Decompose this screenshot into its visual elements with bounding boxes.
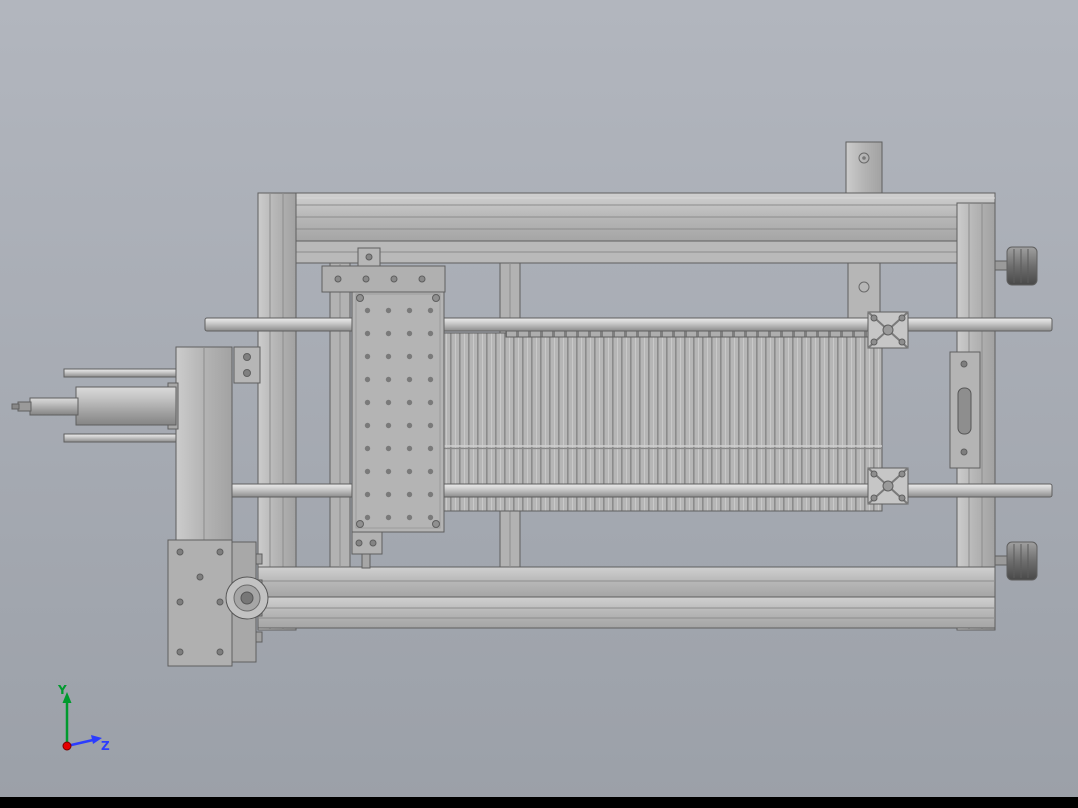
- guide-rod-bottom[interactable]: [63, 433, 177, 443]
- guide-rod-top[interactable]: [63, 368, 177, 378]
- guide-rail-lower[interactable]: [204, 483, 1053, 498]
- cad-scene[interactable]: Y Z: [0, 0, 1078, 808]
- y-axis-label: Y: [57, 683, 67, 697]
- bottom-bar: [0, 797, 1078, 808]
- origin-dot: [62, 741, 72, 751]
- roller-bearing[interactable]: [225, 576, 269, 620]
- slot-bracket[interactable]: [949, 351, 981, 469]
- cross-connector-upper[interactable]: [867, 311, 909, 349]
- frame-left-post[interactable]: [257, 192, 297, 631]
- mounting-plate[interactable]: [351, 289, 445, 533]
- frame-bottom-rail[interactable]: [257, 566, 996, 598]
- cross-connector-lower[interactable]: [867, 467, 909, 505]
- cad-viewport[interactable]: Y Z: [0, 0, 1078, 808]
- frame-bottom-subrail[interactable]: [257, 596, 996, 629]
- pivot-block[interactable]: [233, 346, 261, 384]
- guide-rail-upper[interactable]: [204, 317, 1053, 332]
- piston-rod[interactable]: [29, 397, 79, 416]
- cylinder-body[interactable]: [75, 386, 177, 426]
- z-axis-label: Z: [101, 739, 110, 753]
